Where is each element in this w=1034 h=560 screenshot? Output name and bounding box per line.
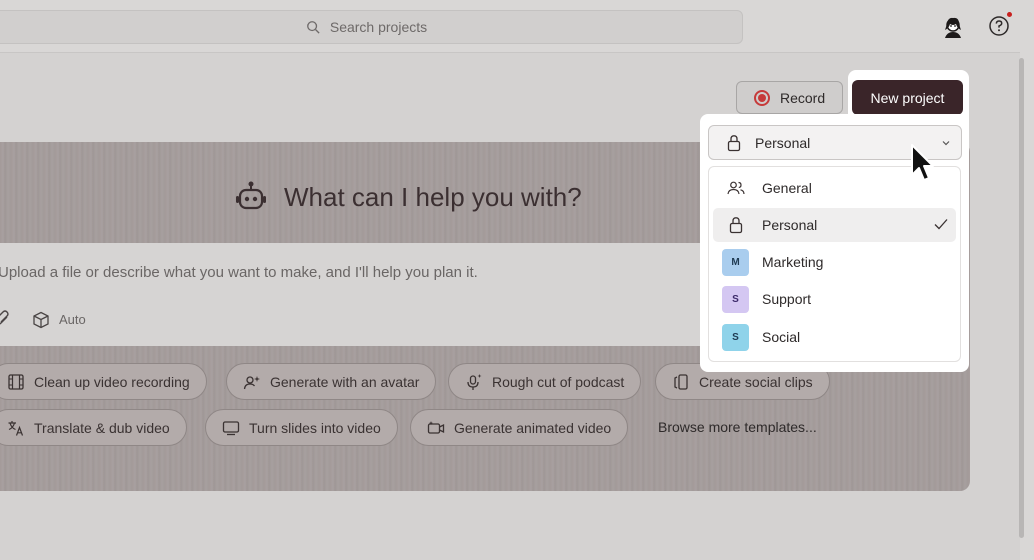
chip-slides-into-video[interactable]: Turn slides into video — [205, 409, 398, 446]
film-icon — [8, 373, 24, 390]
record-icon — [754, 89, 770, 106]
search-placeholder: Search projects — [329, 19, 428, 35]
selected-location: Personal — [755, 134, 811, 151]
cube-icon[interactable] — [32, 311, 50, 329]
hero-title: What can I help you with? — [234, 180, 582, 214]
scrollbar-thumb[interactable] — [1019, 58, 1024, 538]
animated-video-icon — [427, 420, 445, 434]
option-label: Support — [762, 291, 812, 307]
chip-label: Translate & dub video — [34, 419, 170, 436]
option-social[interactable]: S Social — [713, 320, 956, 354]
user-avatar[interactable] — [940, 14, 966, 40]
option-support[interactable]: S Support — [713, 282, 956, 316]
chip-label: Create social clips — [699, 373, 813, 390]
hero-title-text: What can I help you with? — [284, 181, 582, 212]
translate-icon — [8, 420, 24, 436]
chip-clean-up-video[interactable]: Clean up video recording — [0, 363, 207, 400]
option-label: General — [762, 180, 812, 196]
lock-icon — [727, 134, 741, 151]
monitor-icon — [222, 420, 240, 435]
chip-label: Generate animated video — [454, 419, 612, 436]
users-icon — [722, 175, 749, 202]
mouse-cursor-icon — [911, 144, 934, 181]
checkmark-icon — [934, 219, 948, 230]
browse-templates-link[interactable]: Browse more templates... — [658, 419, 817, 435]
marketing-badge: M — [722, 248, 749, 276]
phone-clips-icon — [674, 373, 688, 390]
chip-translate-dub[interactable]: Translate & dub video — [0, 409, 187, 446]
social-badge: S — [722, 323, 749, 351]
robot-icon — [236, 181, 266, 210]
chip-generate-avatar[interactable]: Generate with an avatar — [226, 363, 437, 400]
chip-label: Turn slides into video — [249, 419, 381, 436]
chip-label: Clean up video recording — [34, 373, 190, 390]
search-bar[interactable]: Search projects — [0, 10, 743, 44]
chip-rough-cut-podcast[interactable]: Rough cut of podcast — [448, 363, 642, 400]
record-button[interactable]: Record — [736, 81, 843, 114]
support-badge: S — [722, 285, 749, 313]
notification-dot — [1006, 11, 1013, 18]
model-selector-label[interactable]: Auto — [59, 312, 86, 327]
chip-generate-animated-video[interactable]: Generate animated video — [410, 409, 629, 446]
option-personal[interactable]: Personal — [713, 208, 956, 242]
paperclip-icon[interactable] — [0, 310, 10, 328]
search-icon — [306, 21, 320, 34]
mic-sparkle-icon — [467, 373, 482, 390]
chip-label: Generate with an avatar — [270, 373, 420, 390]
prompt-placeholder: Upload a file or describe what you want … — [0, 264, 478, 281]
option-label: Social — [762, 329, 801, 345]
option-marketing[interactable]: M Marketing — [713, 245, 956, 279]
help-icon[interactable] — [988, 15, 1010, 37]
avatar-sparkle-icon — [243, 375, 260, 389]
prompt-input[interactable] — [0, 243, 701, 346]
option-label: Marketing — [762, 254, 824, 270]
lock-icon — [722, 212, 749, 239]
chevron-down-icon — [942, 141, 950, 146]
record-label: Record — [780, 89, 826, 106]
new-project-button[interactable]: New project — [852, 80, 963, 115]
chip-label: Rough cut of podcast — [492, 373, 625, 390]
option-label: Personal — [762, 217, 818, 233]
